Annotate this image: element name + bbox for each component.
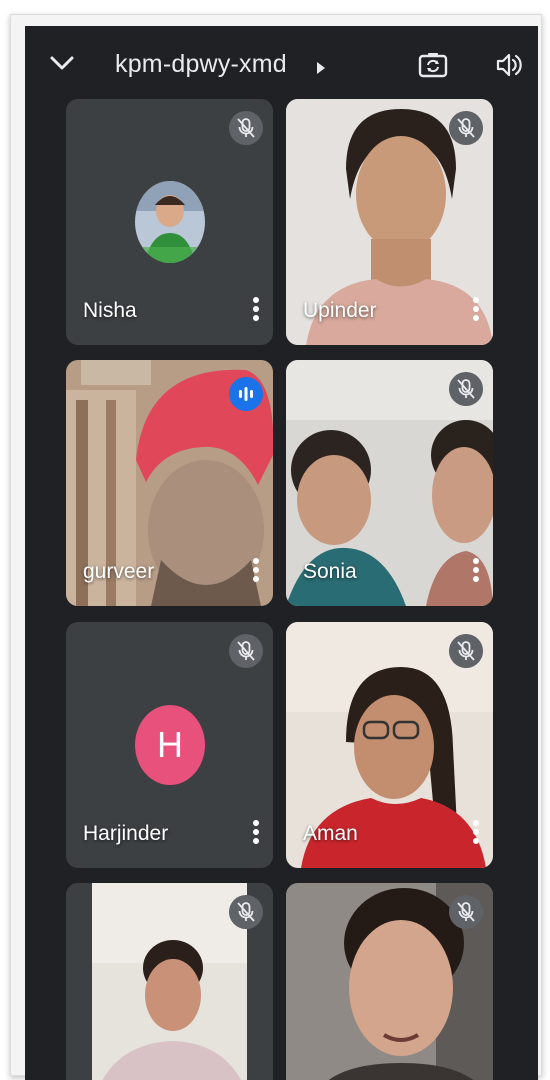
more-vert-icon[interactable]: [469, 556, 483, 588]
participant-name: Harjinder: [83, 822, 169, 845]
participant-name: Nisha: [83, 299, 137, 322]
meeting-code[interactable]: kpm-dpwy-xmd: [115, 50, 287, 79]
participant-tile[interactable]: Upinder: [286, 99, 493, 345]
participant-tile[interactable]: Aman: [286, 622, 493, 868]
avatar: [135, 181, 205, 263]
mic-off-icon: [449, 111, 483, 145]
caret-right-icon[interactable]: [316, 61, 326, 75]
more-vert-icon[interactable]: [249, 818, 263, 850]
camera-switch-icon[interactable]: [418, 50, 448, 80]
participant-tile[interactable]: gurveer: [66, 360, 273, 606]
participant-tile[interactable]: H Harjinder: [66, 622, 273, 868]
meet-call-screen: kpm-dpwy-xmd Nisha Upinder gurveer Sonia…: [25, 26, 538, 1080]
more-vert-icon[interactable]: [249, 556, 263, 588]
mic-off-icon: [449, 634, 483, 668]
participant-name: Sonia: [303, 560, 357, 583]
mic-off-icon: [449, 895, 483, 929]
participant-name: Upinder: [303, 299, 377, 322]
avatar: H: [135, 705, 205, 785]
mic-off-icon: [229, 111, 263, 145]
more-vert-icon[interactable]: [249, 295, 263, 327]
participant-name: gurveer: [83, 560, 155, 583]
more-vert-icon[interactable]: [469, 295, 483, 327]
mic-off-icon: [449, 372, 483, 406]
mic-off-icon: [229, 634, 263, 668]
mic-off-icon: [229, 895, 263, 929]
participant-name: Aman: [303, 822, 358, 845]
participant-tile[interactable]: Nisha: [66, 99, 273, 345]
speaker-icon[interactable]: [495, 51, 523, 79]
chevron-down-icon[interactable]: [49, 54, 75, 72]
participant-tile[interactable]: [286, 883, 493, 1080]
audio-level-icon: [229, 377, 263, 411]
top-bar: kpm-dpwy-xmd: [25, 26, 538, 96]
participant-tile[interactable]: Sonia: [286, 360, 493, 606]
more-vert-icon[interactable]: [469, 818, 483, 850]
participant-tile[interactable]: [66, 883, 273, 1080]
